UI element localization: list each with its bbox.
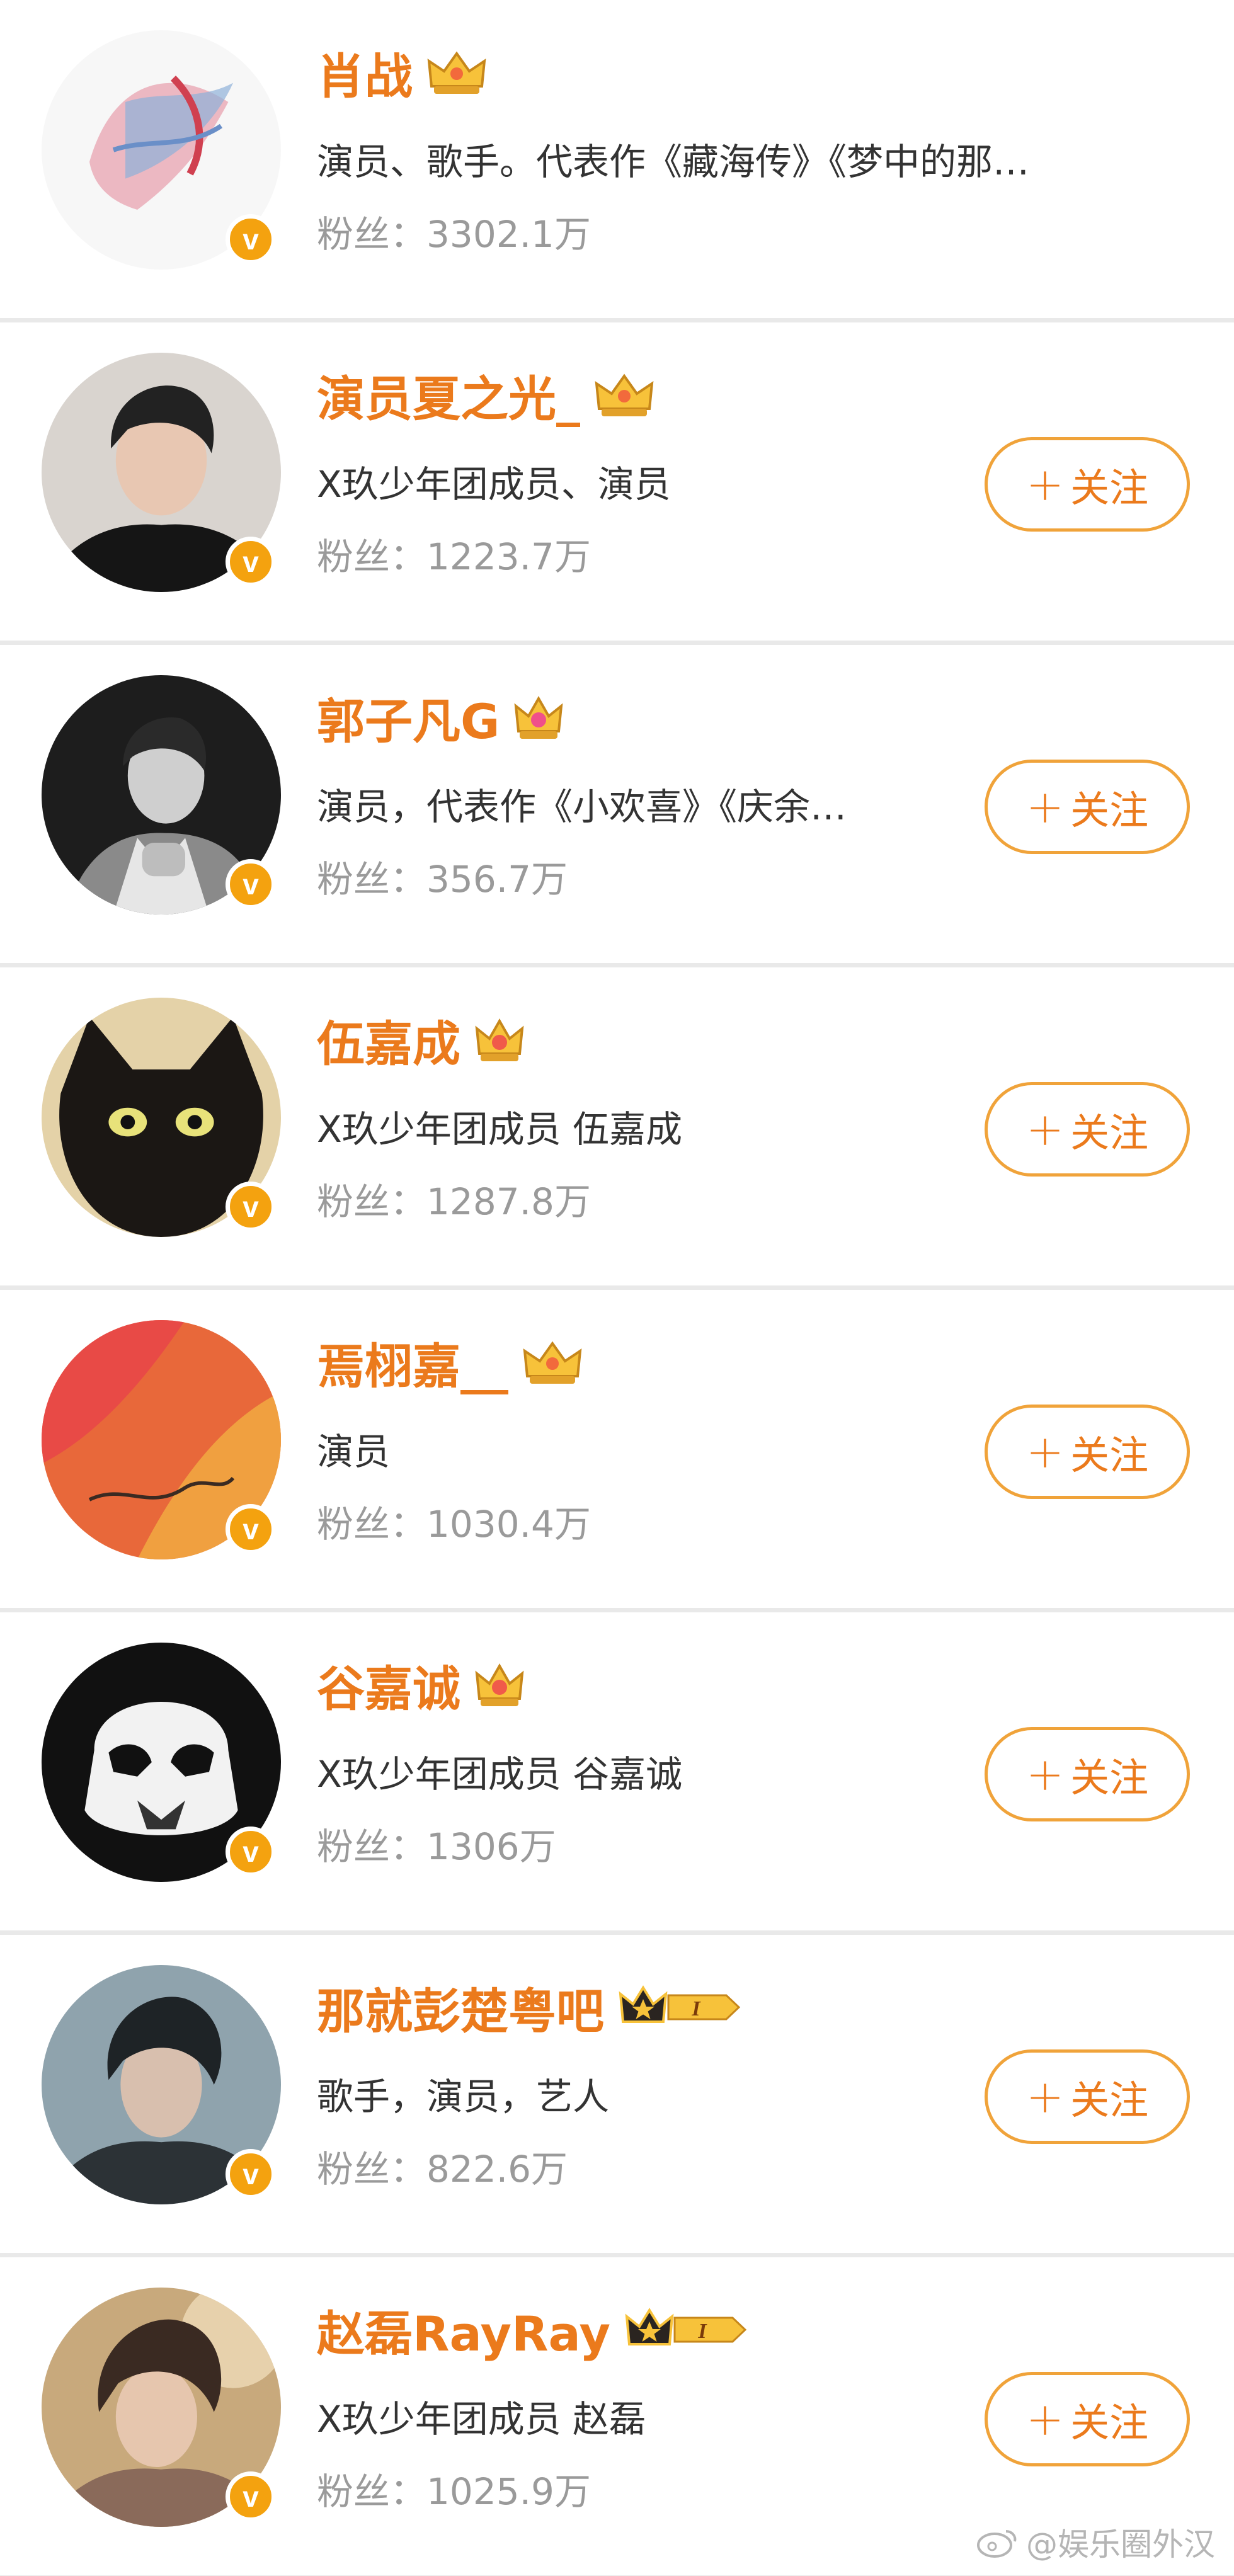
follow-label: 关注	[1070, 465, 1149, 511]
name-line: 肖战	[317, 38, 487, 107]
avatar-container[interactable]: v	[42, 353, 281, 592]
fans-label: 粉丝：	[317, 858, 427, 901]
verified-icon: v	[226, 1182, 276, 1232]
fans-count: 粉丝：1306万	[317, 1817, 556, 1870]
crown-gold-icon	[474, 1661, 525, 1709]
fans-count: 粉丝：1287.8万	[317, 1172, 591, 1225]
crown-gold-icon	[522, 1338, 583, 1386]
user-name[interactable]: 伍嘉成	[317, 1005, 460, 1074]
user-name[interactable]: 那就彭楚粤吧	[317, 1973, 604, 2042]
fans-label: 粉丝：	[317, 2470, 427, 2513]
user-name[interactable]: 谷嘉诚	[317, 1650, 460, 1719]
user-row[interactable]: v 那就彭楚粤吧 I 歌手，演员，艺人 粉丝：822.6万 + 关注	[0, 1935, 1234, 2253]
crown-gold-icon	[474, 1016, 525, 1064]
plus-icon: +	[1025, 458, 1065, 511]
user-row[interactable]: v 肖战 演员、歌手。代表作《藏海传》《梦中的那… 粉丝：3302.1万	[0, 0, 1234, 318]
follow-label: 关注	[1070, 2077, 1149, 2123]
follow-label: 关注	[1070, 1432, 1149, 1478]
plus-icon: +	[1025, 780, 1065, 833]
name-line: 演员夏之光_	[317, 360, 654, 430]
fans-value: 822.6万	[426, 2148, 568, 2191]
watermark: @娱乐圈外汉	[976, 2519, 1215, 2565]
follow-button[interactable]: + 关注	[985, 2372, 1190, 2466]
user-bio: 演员、歌手。代表作《藏海传》《梦中的那…	[317, 140, 1030, 183]
follow-button[interactable]: + 关注	[985, 437, 1190, 532]
follow-label: 关注	[1070, 1755, 1149, 1801]
user-name[interactable]: 焉栩嘉__	[317, 1328, 508, 1397]
user-name[interactable]: 肖战	[317, 38, 413, 107]
verified-icon: v	[226, 2471, 276, 2522]
name-line: 焉栩嘉__	[317, 1328, 583, 1397]
follow-label: 关注	[1070, 2400, 1149, 2446]
level-label: I	[691, 1997, 701, 2020]
fans-label: 粉丝：	[317, 1825, 427, 1868]
user-row[interactable]: v 焉栩嘉__ 演员 粉丝：1030.4万 + 关注	[0, 1290, 1234, 1608]
name-line: 伍嘉成	[317, 1005, 525, 1074]
avatar-container[interactable]: v	[42, 1643, 281, 1882]
watermark-text: @娱乐圈外汉	[1026, 2526, 1215, 2563]
fans-label: 粉丝：	[317, 213, 427, 256]
user-name[interactable]: 赵磊RayRay	[317, 2295, 610, 2364]
follow-label: 关注	[1070, 1110, 1149, 1156]
name-line: 谷嘉诚	[317, 1650, 525, 1719]
follow-button[interactable]: + 关注	[985, 760, 1190, 854]
follow-button[interactable]: + 关注	[985, 2049, 1190, 2144]
fans-value: 1025.9万	[426, 2470, 591, 2513]
user-name[interactable]: 郭子凡G	[317, 683, 500, 752]
follow-button[interactable]: + 关注	[985, 1405, 1190, 1499]
follow-button[interactable]: + 关注	[985, 1727, 1190, 1821]
avatar-container[interactable]: v	[42, 2288, 281, 2527]
user-bio: 演员，代表作《小欢喜》《庆余…	[317, 785, 847, 828]
plus-icon: +	[1025, 2070, 1065, 2123]
fans-label: 粉丝：	[317, 1180, 427, 1223]
user-name[interactable]: 演员夏之光_	[317, 360, 580, 430]
crown-gold-icon	[426, 48, 487, 96]
name-line: 郭子凡G	[317, 683, 564, 752]
fans-count: 粉丝：1030.4万	[317, 1495, 591, 1547]
avatar-container[interactable]: v	[42, 1320, 281, 1559]
name-line: 那就彭楚粤吧 I	[317, 1973, 741, 2042]
weibo-icon	[977, 2530, 1017, 2558]
level-label: I	[697, 2320, 707, 2343]
verified-icon: v	[226, 214, 276, 265]
fans-value: 1287.8万	[426, 1180, 591, 1223]
verified-icon: v	[226, 1504, 276, 1554]
plus-icon: +	[1025, 1103, 1065, 1156]
fans-value: 1030.4万	[426, 1503, 591, 1546]
verified-icon: v	[226, 1827, 276, 1877]
fans-value: 1223.7万	[426, 535, 591, 578]
crown-gold-icon	[594, 371, 654, 419]
plus-icon: +	[1025, 1425, 1065, 1478]
verified-icon: v	[226, 859, 276, 909]
fans-label: 粉丝：	[317, 535, 427, 578]
user-row[interactable]: v 演员夏之光_ X玖少年团成员、演员 粉丝：1223.7万 + 关注	[0, 322, 1234, 641]
fans-label: 粉丝：	[317, 2148, 427, 2191]
fans-count: 粉丝：1223.7万	[317, 527, 591, 580]
fans-label: 粉丝：	[317, 1503, 427, 1546]
avatar-container[interactable]: v	[42, 998, 281, 1237]
crown-level-i-icon: I	[618, 1984, 741, 2031]
fans-count: 粉丝：822.6万	[317, 2140, 568, 2192]
follow-label: 关注	[1070, 787, 1149, 833]
fans-count: 粉丝：3302.1万	[317, 205, 591, 258]
fans-value: 3302.1万	[426, 213, 591, 256]
fans-value: 356.7万	[426, 858, 568, 901]
verified-icon: v	[226, 2149, 276, 2199]
crown-gold-icon	[513, 693, 564, 741]
crown-level-i-icon: I	[624, 2306, 748, 2353]
avatar-container[interactable]: v	[42, 30, 281, 270]
user-row[interactable]: v 郭子凡G 演员，代表作《小欢喜》《庆余… 粉丝：356.7万 + 关注	[0, 645, 1234, 963]
fans-count: 粉丝：356.7万	[317, 850, 568, 903]
fans-count: 粉丝：1025.9万	[317, 2462, 591, 2515]
verified-icon: v	[226, 537, 276, 587]
fans-value: 1306万	[426, 1825, 556, 1868]
follow-button[interactable]: + 关注	[985, 1082, 1190, 1177]
plus-icon: +	[1025, 1748, 1065, 1801]
name-line: 赵磊RayRay I	[317, 2295, 748, 2364]
avatar-container[interactable]: v	[42, 675, 281, 915]
user-row[interactable]: v 谷嘉诚 X玖少年团成员 谷嘉诚 粉丝：1306万 + 关注	[0, 1612, 1234, 1930]
user-row[interactable]: v 伍嘉成 X玖少年团成员 伍嘉成 粉丝：1287.8万 + 关注	[0, 967, 1234, 1285]
plus-icon: +	[1025, 2393, 1065, 2446]
avatar-container[interactable]: v	[42, 1965, 281, 2204]
